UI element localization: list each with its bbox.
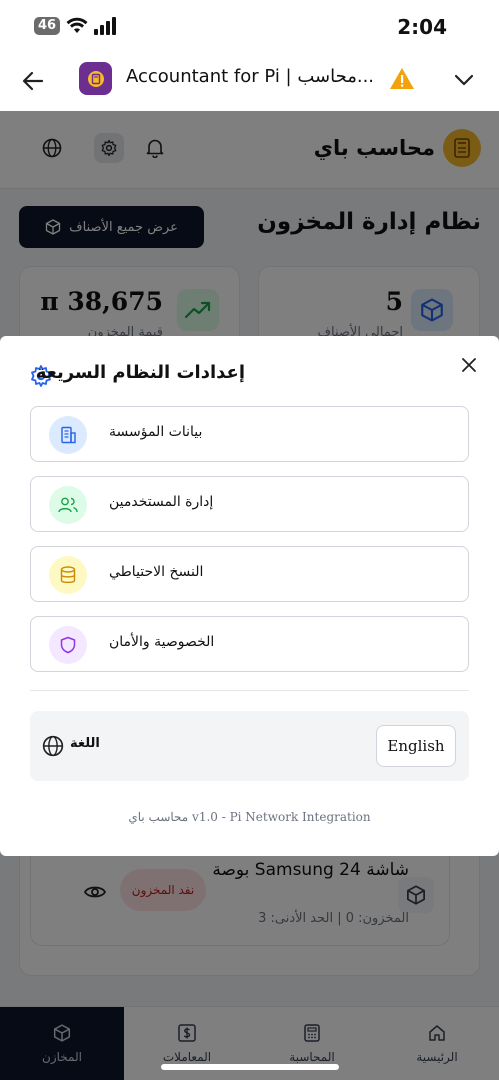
chevron-down-icon[interactable] xyxy=(450,66,478,94)
language-label: اللغة xyxy=(70,736,100,751)
wifi-icon xyxy=(66,17,88,33)
browser-title[interactable]: Accountant for Pi | محاسب... xyxy=(126,66,381,87)
app-favicon xyxy=(79,62,112,95)
quick-settings-modal: إعدادات النظام السريعة بيانات المؤسسة إد… xyxy=(0,336,499,856)
close-icon xyxy=(462,358,476,372)
building-icon xyxy=(49,416,87,454)
divider xyxy=(30,690,469,691)
signal-icon xyxy=(94,17,117,35)
menu-item-backup[interactable]: النسخ الاحتياطي xyxy=(30,546,469,602)
status-time: 2:04 xyxy=(397,15,447,39)
status-bar: 46 2:04 xyxy=(0,0,499,56)
back-button[interactable] xyxy=(18,66,48,96)
menu-label: بيانات المؤسسة xyxy=(109,424,203,440)
back-arrow-icon xyxy=(22,71,44,91)
users-icon xyxy=(49,486,87,524)
modal-title: إعدادات النظام السريعة xyxy=(35,362,245,383)
calculator-coin-icon xyxy=(87,70,104,87)
globe-icon xyxy=(42,735,64,757)
menu-label: إدارة المستخدمين xyxy=(109,494,214,510)
menu-item-users[interactable]: إدارة المستخدمين xyxy=(30,476,469,532)
menu-label: النسخ الاحتياطي xyxy=(109,564,204,580)
database-icon xyxy=(49,556,87,594)
language-toggle-button[interactable]: English xyxy=(376,725,456,767)
browser-bar: Accountant for Pi | محاسب... xyxy=(0,56,499,111)
warning-icon[interactable] xyxy=(389,66,415,92)
menu-item-organization[interactable]: بيانات المؤسسة xyxy=(30,406,469,462)
status-indicators: 46 xyxy=(34,17,120,35)
home-indicator xyxy=(161,1064,339,1070)
menu-item-privacy-security[interactable]: الخصوصية والأمان xyxy=(30,616,469,672)
network-badge: 46 xyxy=(34,17,61,35)
version-footer: محاسب باي v1.0 - Pi Network Integration xyxy=(128,810,371,824)
shield-icon xyxy=(49,626,87,664)
language-panel: اللغة English xyxy=(30,711,469,781)
menu-label: الخصوصية والأمان xyxy=(109,634,215,650)
close-button[interactable] xyxy=(458,354,480,376)
modal-header: إعدادات النظام السريعة xyxy=(36,362,245,383)
